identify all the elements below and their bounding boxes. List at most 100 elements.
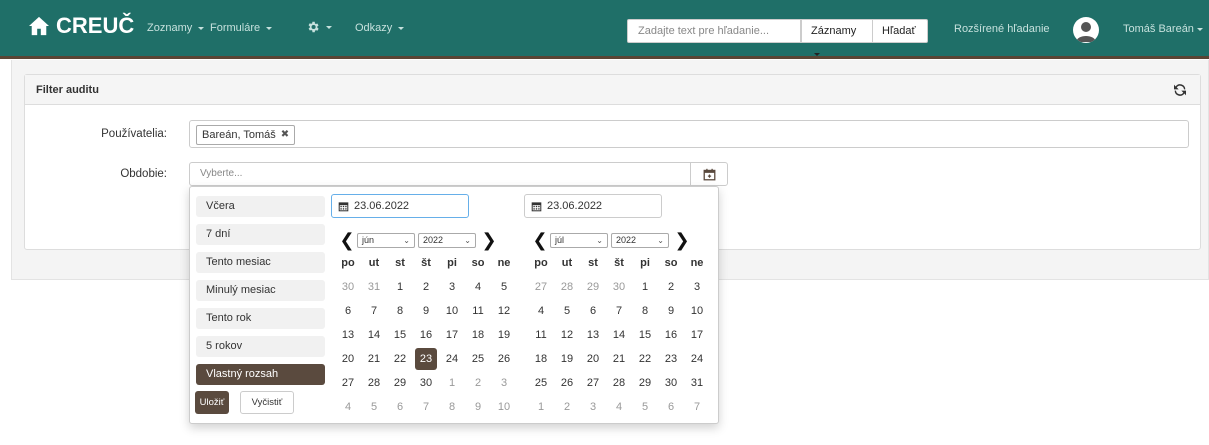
calendar-day[interactable]: 6 — [582, 300, 604, 322]
calendar-day[interactable]: 19 — [556, 348, 578, 370]
calendar-day[interactable]: 5 — [363, 396, 385, 418]
calendar-day[interactable]: 8 — [441, 396, 463, 418]
calendar-day[interactable]: 25 — [467, 348, 489, 370]
range-option[interactable]: Včera — [196, 196, 325, 217]
calendar-day[interactable]: 23 — [660, 348, 682, 370]
calendar-day[interactable]: 27 — [337, 372, 359, 394]
calendar-day[interactable]: 27 — [582, 372, 604, 394]
calendar-day[interactable]: 26 — [493, 348, 515, 370]
calendar-day[interactable]: 31 — [363, 276, 385, 298]
calendar-day[interactable]: 7 — [686, 396, 708, 418]
calendar-day[interactable]: 13 — [582, 324, 604, 346]
calendar-day[interactable]: 31 — [686, 372, 708, 394]
calendar-day[interactable]: 14 — [363, 324, 385, 346]
prev-month-icon[interactable]: ❮ — [530, 230, 550, 250]
calendar-day[interactable]: 10 — [493, 396, 515, 418]
calendar-day[interactable]: 18 — [467, 324, 489, 346]
calendar-day[interactable]: 21 — [608, 348, 630, 370]
avatar[interactable] — [1073, 17, 1099, 43]
remove-tag-icon[interactable]: ✖ — [281, 126, 289, 144]
calendar-day[interactable]: 29 — [634, 372, 656, 394]
calendar-day[interactable]: 30 — [660, 372, 682, 394]
calendar-day[interactable]: 3 — [582, 396, 604, 418]
calendar-day[interactable]: 24 — [441, 348, 463, 370]
range-option[interactable]: 5 rokov — [196, 336, 325, 357]
calendar-day[interactable]: 10 — [686, 300, 708, 322]
calendar-day[interactable]: 16 — [660, 324, 682, 346]
save-button[interactable]: Uložiť — [195, 391, 229, 414]
calendar-day[interactable]: 9 — [660, 300, 682, 322]
month-select[interactable]: jún ⌄ — [357, 232, 415, 248]
calendar-day[interactable]: 3 — [686, 276, 708, 298]
calendar-day[interactable]: 22 — [634, 348, 656, 370]
calendar-day[interactable]: 8 — [389, 300, 411, 322]
nav-zoznamy[interactable]: Zoznamy — [147, 22, 205, 34]
calendar-day[interactable]: 8 — [634, 300, 656, 322]
calendar-day[interactable]: 2 — [467, 372, 489, 394]
calendar-day[interactable]: 4 — [467, 276, 489, 298]
calendar-day[interactable]: 2 — [415, 276, 437, 298]
calendar-day[interactable]: 6 — [337, 300, 359, 322]
calendar-day[interactable]: 1 — [634, 276, 656, 298]
calendar-day[interactable]: 12 — [556, 324, 578, 346]
calendar-day[interactable]: 10 — [441, 300, 463, 322]
range-option[interactable]: Vlastný rozsah — [196, 364, 325, 385]
users-multiselect[interactable]: Bareán, Tomáš ✖ — [189, 120, 1189, 148]
calendar-day[interactable]: 18 — [530, 348, 552, 370]
user-menu[interactable]: Tomáš Bareán — [1123, 23, 1203, 35]
calendar-day[interactable]: 3 — [441, 276, 463, 298]
calendar-day[interactable]: 6 — [660, 396, 682, 418]
calendar-day[interactable]: 2 — [556, 396, 578, 418]
brand-logo[interactable]: CREUČ — [28, 13, 134, 39]
search-input[interactable]: Zadajte text pre hľadanie... — [627, 19, 801, 43]
calendar-day[interactable]: 23 — [415, 348, 437, 370]
next-month-icon[interactable]: ❯ — [479, 230, 499, 250]
calendar-day[interactable]: 20 — [582, 348, 604, 370]
calendar-day[interactable]: 27 — [530, 276, 552, 298]
calendar-day[interactable]: 29 — [582, 276, 604, 298]
calendar-day[interactable]: 5 — [556, 300, 578, 322]
calendar-day[interactable]: 9 — [467, 396, 489, 418]
range-option[interactable]: Tento rok — [196, 308, 325, 329]
calendar-day[interactable]: 17 — [441, 324, 463, 346]
calendar-day[interactable]: 28 — [363, 372, 385, 394]
calendar-day[interactable]: 19 — [493, 324, 515, 346]
month-select[interactable]: júl ⌄ — [550, 232, 608, 248]
calendar-day[interactable]: 13 — [337, 324, 359, 346]
calendar-day[interactable]: 20 — [337, 348, 359, 370]
calendar-day[interactable]: 4 — [608, 396, 630, 418]
calendar-day[interactable]: 5 — [493, 276, 515, 298]
prev-month-icon[interactable]: ❮ — [337, 230, 357, 250]
calendar-day[interactable]: 11 — [530, 324, 552, 346]
calendar-day[interactable]: 30 — [608, 276, 630, 298]
advanced-search-link[interactable]: Rozšírené hľadanie — [954, 23, 1050, 35]
next-month-icon[interactable]: ❯ — [672, 230, 692, 250]
year-select[interactable]: 2022 ⌄ — [611, 232, 669, 248]
calendar-day[interactable]: 7 — [415, 396, 437, 418]
search-scope-dropdown[interactable]: Záznamy — [801, 19, 873, 56]
calendar-button[interactable] — [690, 162, 728, 186]
calendar-day[interactable]: 25 — [530, 372, 552, 394]
calendar-day[interactable]: 4 — [530, 300, 552, 322]
range-option[interactable]: Tento mesiac — [196, 252, 325, 273]
calendar-day[interactable]: 29 — [389, 372, 411, 394]
calendar-day[interactable]: 15 — [634, 324, 656, 346]
refresh-icon[interactable] — [1172, 82, 1188, 98]
calendar-day[interactable]: 3 — [493, 372, 515, 394]
calendar-day[interactable]: 16 — [415, 324, 437, 346]
calendar-day[interactable]: 15 — [389, 324, 411, 346]
calendar-day[interactable]: 7 — [608, 300, 630, 322]
calendar-day[interactable]: 12 — [493, 300, 515, 322]
calendar-day[interactable]: 1 — [441, 372, 463, 394]
calendar-day[interactable]: 22 — [389, 348, 411, 370]
range-option[interactable]: 7 dní — [196, 224, 325, 245]
calendar-day[interactable]: 21 — [363, 348, 385, 370]
clear-button[interactable]: Vyčistiť — [240, 391, 294, 414]
calendar-day[interactable]: 2 — [660, 276, 682, 298]
nav-settings[interactable] — [306, 20, 332, 34]
calendar-day[interactable]: 28 — [608, 372, 630, 394]
calendar-day[interactable]: 30 — [415, 372, 437, 394]
nav-odkazy[interactable]: Odkazy — [355, 22, 405, 34]
start-date-input[interactable]: 23.06.2022 — [331, 194, 469, 218]
period-input[interactable]: Vyberte... — [189, 162, 691, 186]
